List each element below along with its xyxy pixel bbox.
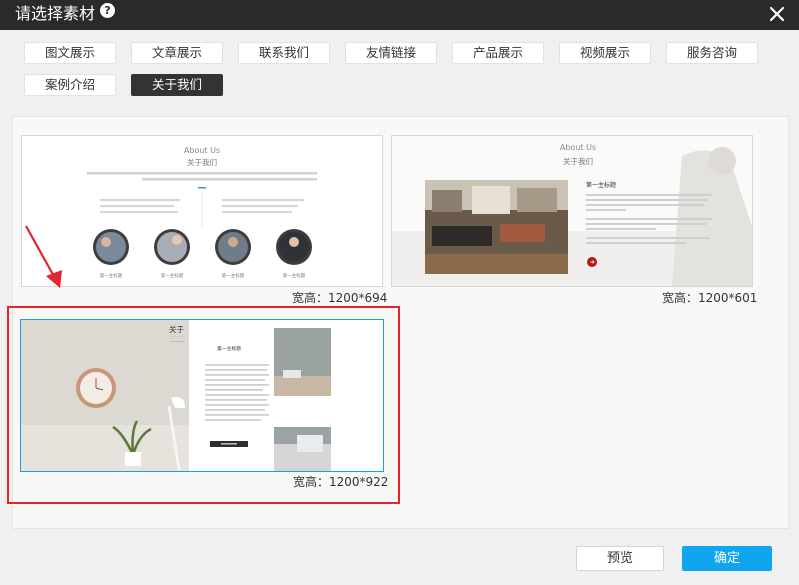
help-icon[interactable]: ? — [100, 3, 115, 18]
tab-about[interactable]: 关于我们 — [131, 74, 223, 96]
template-preview-2: About Us 关于我们 第一主标题 — [392, 136, 752, 286]
template-card-1[interactable]: About Us 关于我们 第一主标题 第一主标题 第一主标题 第一主标题 — [21, 135, 383, 287]
confirm-button[interactable]: 确定 — [682, 546, 772, 571]
tab-links[interactable]: 友情链接 — [345, 42, 437, 64]
category-tabs: 图文展示 文章展示 联系我们 友情链接 产品展示 视频展示 服务咨询 案例介绍 … — [0, 30, 799, 106]
template-2-title-en: About Us — [560, 143, 596, 152]
selection-highlight — [7, 306, 400, 504]
template-2-heading: 第一主标题 — [586, 181, 616, 189]
template-card-2[interactable]: About Us 关于我们 第一主标题 — [391, 135, 753, 287]
tab-contact[interactable]: 联系我们 — [238, 42, 330, 64]
red-arrow-icon — [25, 225, 62, 288]
close-icon[interactable] — [765, 2, 789, 26]
dialog-title: 请选择素材 — [15, 4, 96, 23]
template-1-caption-2: 第一主标题 — [161, 272, 184, 279]
tab-service[interactable]: 服务咨询 — [666, 42, 758, 64]
tab-products[interactable]: 产品展示 — [452, 42, 544, 64]
template-1-title-cn: 关于我们 — [187, 157, 217, 167]
tab-tuwen[interactable]: 图文展示 — [24, 42, 116, 64]
template-preview-1: About Us 关于我们 第一主标题 第一主标题 第一主标题 第一主标题 — [22, 136, 382, 286]
template-1-caption-1: 第一主标题 — [100, 272, 123, 279]
tab-cases[interactable]: 案例介绍 — [24, 74, 116, 96]
template-1-caption-3: 第一主标题 — [222, 272, 245, 279]
template-2-title-cn: 关于我们 — [563, 156, 593, 166]
tab-video[interactable]: 视频展示 — [559, 42, 651, 64]
template-1-title-en: About Us — [184, 146, 220, 155]
template-1-caption-4: 第一主标题 — [283, 272, 306, 279]
preview-button[interactable]: 预览 — [576, 546, 664, 571]
dialog-titlebar: 请选择素材 ? — [0, 0, 799, 30]
tab-article[interactable]: 文章展示 — [131, 42, 223, 64]
template-2-dimensions: 宽高：1200*601 — [662, 291, 758, 305]
template-1-dimensions: 宽高：1200*694 — [292, 291, 388, 305]
